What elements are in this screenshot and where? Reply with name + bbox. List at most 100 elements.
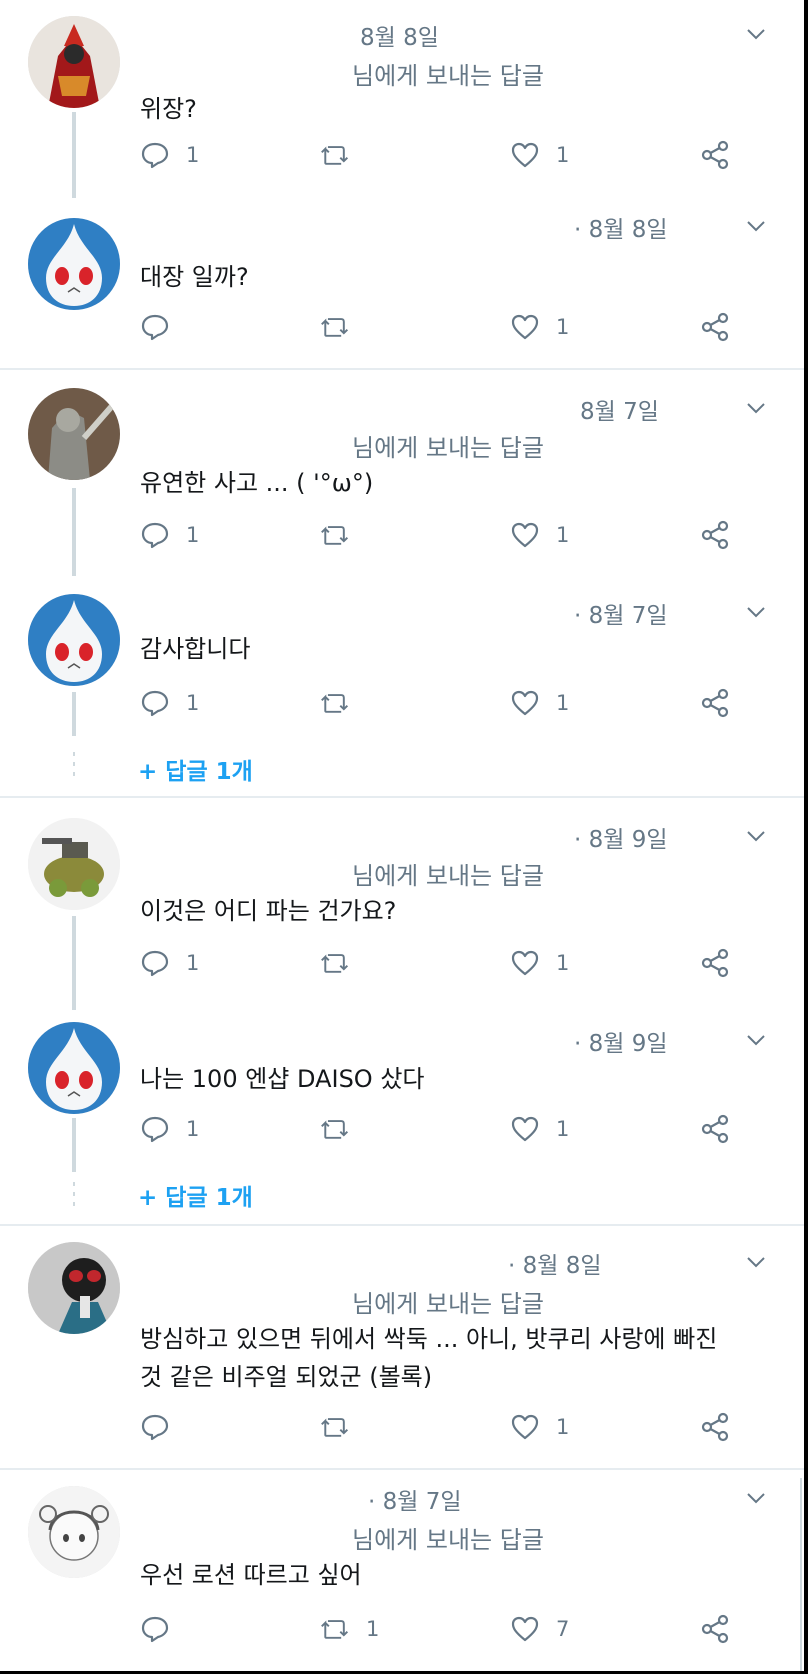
replying-to: 님에게 보내는 답글 [352, 434, 544, 462]
tweet-actions: 1 1 [140, 520, 780, 556]
tweet[interactable]: · 8월 8일 대장 일까? 1 [0, 200, 804, 370]
like-button[interactable]: 1 [510, 520, 569, 550]
show-more-replies-link[interactable]: + 답글 1개 [138, 752, 253, 786]
replying-to: 님에게 보내는 답글 [352, 1526, 544, 1554]
thread-ellipsis [73, 1182, 75, 1212]
reply-button[interactable] [140, 1412, 186, 1442]
like-count: 1 [556, 951, 570, 975]
avatar-white-creature[interactable] [28, 1022, 120, 1114]
share-button[interactable] [700, 1614, 730, 1644]
tweet-date: · 8월 7일 [574, 603, 668, 629]
like-button[interactable]: 1 [510, 688, 569, 718]
tweet-text: 우선 로션 따르고 싶어 [140, 1561, 362, 1589]
like-count: 1 [556, 315, 570, 339]
tweet-text: 유연한 사고 ... ( '°ω°) [140, 469, 374, 497]
avatar-white-creature[interactable] [28, 594, 120, 686]
reply-button[interactable]: 1 [140, 1114, 199, 1144]
tweet[interactable]: 8월 7일 님에게 보내는 답글 유연한 사고 ... ( '°ω°) 1 1 [0, 372, 804, 576]
reply-button[interactable]: 1 [140, 520, 199, 550]
share-button[interactable] [700, 312, 730, 342]
thread-ellipsis [73, 752, 75, 782]
avatar-turtle-tank[interactable] [28, 818, 120, 910]
reply-icon [141, 1414, 169, 1441]
reply-button[interactable] [140, 312, 186, 342]
tweet-date: · 8월 9일 [574, 827, 668, 853]
retweet-button[interactable] [320, 688, 366, 718]
like-button[interactable]: 7 [510, 1614, 569, 1644]
avatar-image [28, 594, 120, 686]
tweet-text: 대장 일까? [140, 263, 249, 291]
avatar-monster-figure[interactable] [28, 388, 120, 480]
tweet-actions: 1 7 [140, 1614, 780, 1650]
chevron-down-icon[interactable] [744, 396, 768, 420]
reply-button[interactable] [140, 1614, 186, 1644]
tweet[interactable]: · 8월 7일 감사합니다 1 1 + 답글 1개 [0, 576, 804, 794]
like-button[interactable]: 1 [510, 1412, 569, 1442]
reply-count: 1 [186, 951, 200, 975]
chevron-down-icon[interactable] [744, 214, 768, 238]
avatar-rider-figure[interactable] [28, 16, 120, 108]
tweet[interactable]: · 8월 9일 나는 100 엔샵 DAISO 샀다 1 1 + 답글 1개 [0, 1010, 804, 1220]
avatar-masked-rider[interactable] [28, 1242, 120, 1334]
chevron-down-icon[interactable] [744, 600, 768, 624]
retweet-button[interactable] [320, 312, 366, 342]
chevron-down-icon[interactable] [744, 1028, 768, 1052]
retweet-button[interactable] [320, 1114, 366, 1144]
show-more-replies-link[interactable]: + 답글 1개 [138, 1178, 253, 1212]
share-button[interactable] [700, 1412, 730, 1442]
retweet-icon [321, 1620, 349, 1639]
retweet-icon [321, 526, 349, 545]
tweet[interactable]: · 8월 7일 님에게 보내는 답글 우선 로션 따르고 싶어 1 7 [0, 1472, 804, 1672]
avatar-image [28, 1486, 120, 1578]
like-button[interactable]: 1 [510, 948, 569, 978]
retweet-button[interactable] [320, 520, 366, 550]
chevron-down-icon[interactable] [744, 824, 768, 848]
retweet-icon [321, 694, 349, 713]
like-button[interactable]: 1 [510, 312, 569, 342]
share-button[interactable] [700, 688, 730, 718]
tweet-date: · 8월 9일 [574, 1031, 668, 1057]
tweet[interactable]: · 8월 8일 님에게 보내는 답글 방심하고 있으면 뒤에서 싹둑 ... 아… [0, 1228, 804, 1466]
reply-timeline: 8월 8일 님에게 보내는 답글 위장? 1 1 · 8월 8일 대장 일까? … [0, 0, 804, 1674]
like-icon [511, 142, 539, 168]
tweet-actions: 1 1 [140, 688, 780, 724]
like-icon [511, 1116, 539, 1142]
share-icon [701, 520, 729, 550]
tweet-text: 위장? [140, 95, 197, 123]
retweet-button[interactable]: 1 [320, 1614, 379, 1644]
share-button[interactable] [700, 520, 730, 550]
avatar-anime-sketch[interactable] [28, 1486, 120, 1578]
tweet[interactable]: · 8월 9일 님에게 보내는 답글 이것은 어디 파는 건가요? 1 1 [0, 800, 804, 1010]
avatar-white-creature[interactable] [28, 218, 120, 310]
tweet-text: 이것은 어디 파는 건가요? [140, 897, 397, 925]
chevron-down-icon[interactable] [744, 22, 768, 46]
replying-to: 님에게 보내는 답글 [352, 1290, 544, 1318]
retweet-button[interactable] [320, 140, 366, 170]
tweet[interactable]: 8월 8일 님에게 보내는 답글 위장? 1 1 [0, 0, 804, 198]
like-button[interactable]: 1 [510, 1114, 569, 1144]
share-button[interactable] [700, 1114, 730, 1144]
retweet-icon [321, 318, 349, 337]
like-count: 1 [556, 691, 570, 715]
chevron-down-icon[interactable] [744, 1486, 768, 1510]
chevron-down-icon[interactable] [744, 1250, 768, 1274]
reply-button[interactable]: 1 [140, 948, 199, 978]
like-count: 1 [556, 523, 570, 547]
like-icon [511, 950, 539, 976]
tweet-text-line: 것 같은 비주얼 되었군 (볼록) [140, 1363, 433, 1391]
thread-line [72, 1118, 76, 1172]
share-button[interactable] [700, 140, 730, 170]
like-button[interactable]: 1 [510, 140, 569, 170]
like-icon [511, 522, 539, 548]
tweet-actions: 1 1 [140, 140, 780, 176]
retweet-button[interactable] [320, 1412, 366, 1442]
share-button[interactable] [700, 948, 730, 978]
share-icon [701, 312, 729, 342]
reply-button[interactable]: 1 [140, 140, 199, 170]
retweet-icon [321, 954, 349, 973]
avatar-image [28, 388, 120, 480]
retweet-button[interactable] [320, 948, 366, 978]
tweet-text-line: 방심하고 있으면 뒤에서 싹둑 ... 아니, 밧쿠리 사랑에 빠진 [140, 1325, 718, 1353]
reply-button[interactable]: 1 [140, 688, 199, 718]
share-icon [701, 688, 729, 718]
